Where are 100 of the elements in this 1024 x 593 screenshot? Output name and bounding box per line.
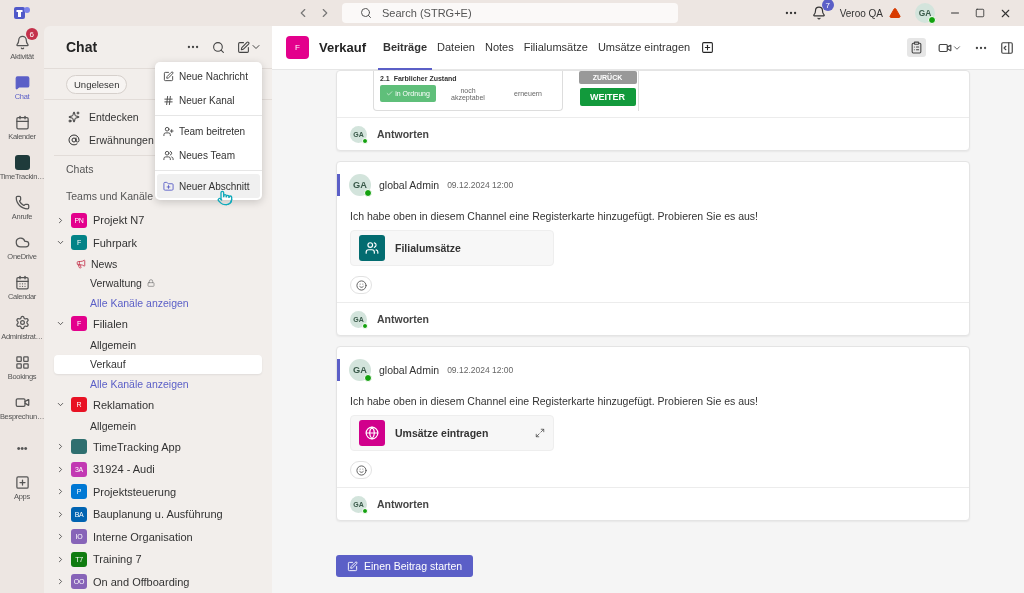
maximize-icon[interactable] bbox=[975, 8, 985, 18]
team-name[interactable]: TimeTracking App bbox=[93, 440, 181, 453]
folder-add-icon bbox=[163, 180, 174, 192]
search-icon bbox=[360, 7, 372, 19]
nav-item[interactable]: Erwähnungen bbox=[89, 133, 154, 146]
reply-link[interactable]: Antworten bbox=[377, 498, 429, 510]
tab-card[interactable]: Umsätze eintragen bbox=[350, 415, 554, 451]
people-icon bbox=[163, 149, 174, 161]
new-post-button[interactable]: Einen Beitrag starten bbox=[336, 555, 474, 577]
tab-card[interactable]: Filialumsätze bbox=[350, 230, 554, 266]
bell-icon bbox=[14, 35, 30, 50]
channel-name: Verkauf bbox=[319, 40, 366, 55]
user-avatar[interactable]: GA bbox=[915, 3, 935, 23]
tab[interactable]: Filialumsätze bbox=[518, 25, 593, 70]
reply-link[interactable]: Antworten bbox=[377, 313, 429, 325]
filter-chip[interactable]: Ungelesen bbox=[66, 74, 128, 94]
expand-icon[interactable] bbox=[535, 428, 545, 438]
calendar-icon bbox=[14, 275, 30, 290]
chevron-right-icon[interactable] bbox=[56, 554, 65, 564]
channel-item[interactable]: Verwaltung bbox=[54, 273, 262, 293]
chat-icon bbox=[14, 75, 30, 90]
compose-icon bbox=[347, 560, 358, 572]
channel-item[interactable]: Allgemein bbox=[54, 335, 262, 355]
menu-item[interactable]: Team beitreten bbox=[157, 119, 260, 143]
menu-item[interactable]: Neues Team bbox=[157, 143, 260, 167]
team-name[interactable]: Bauplanung u. Ausführung bbox=[93, 508, 223, 521]
channel-item[interactable]: Allgemein bbox=[54, 416, 262, 436]
chevron-right-icon[interactable] bbox=[56, 509, 65, 519]
hand-cursor-icon bbox=[217, 190, 233, 206]
team-name[interactable]: Training 7 bbox=[93, 553, 142, 566]
gear-icon bbox=[14, 315, 30, 330]
nav-item[interactable]: Entdecken bbox=[89, 111, 139, 124]
rail-item[interactable]: ••• bbox=[0, 428, 44, 468]
chevron-right-icon[interactable] bbox=[56, 577, 65, 587]
reply-link[interactable]: Antworten bbox=[377, 128, 429, 140]
team-name[interactable]: Reklamation bbox=[93, 398, 155, 411]
compose-icon bbox=[163, 70, 174, 82]
author-name: global Admin bbox=[379, 179, 440, 191]
chevron-right-icon[interactable] bbox=[56, 442, 65, 452]
section-heading[interactable]: Teams und Kanäle bbox=[66, 189, 153, 202]
sparkle-icon bbox=[68, 111, 80, 124]
warning-icon bbox=[889, 7, 901, 19]
megaphone-icon bbox=[76, 258, 86, 269]
team-name[interactable]: Projektsteuerung bbox=[93, 485, 177, 498]
panel-icon[interactable] bbox=[1000, 40, 1014, 55]
post-time: 09.12.2024 12:00 bbox=[447, 180, 514, 190]
post-time: 09.12.2024 12:00 bbox=[447, 365, 514, 375]
globe-icon bbox=[365, 426, 379, 440]
tab[interactable]: Notes bbox=[479, 25, 519, 70]
show-all-link[interactable]: Alle Kanäle anzeigen bbox=[54, 374, 262, 394]
org-name[interactable]: Veroo QA bbox=[839, 7, 883, 19]
author-name: global Admin bbox=[379, 364, 440, 376]
search-placeholder: Search (STRG+E) bbox=[382, 7, 472, 19]
team-name[interactable]: On and Offboarding bbox=[93, 575, 190, 588]
show-all-link[interactable]: Alle Kanäle anzeigen bbox=[54, 293, 262, 313]
notification-badge: 7 bbox=[821, 0, 834, 11]
post-text: Ich habe oben in diesem Channel eine Registerkarte hinzugefügt. Probieren Sie es aus! bbox=[350, 395, 759, 407]
team-name[interactable]: 31924 - Audi bbox=[93, 463, 155, 476]
team-name[interactable]: Interne Organisation bbox=[93, 530, 193, 543]
search-field[interactable]: Search (STRG+E) bbox=[342, 3, 678, 23]
app-tile-icon bbox=[14, 155, 30, 170]
tab[interactable]: Dateien bbox=[432, 25, 480, 70]
chevron-right-icon[interactable] bbox=[56, 532, 65, 542]
team-name[interactable]: Fuhrpark bbox=[93, 236, 138, 249]
people-icon bbox=[365, 241, 379, 255]
cloud-icon bbox=[14, 235, 30, 250]
grid-icon bbox=[14, 355, 30, 370]
mention-icon bbox=[68, 133, 80, 146]
section-heading[interactable]: Chats bbox=[66, 163, 94, 176]
activity-badge: 6 bbox=[25, 28, 38, 40]
chevron-right-icon[interactable] bbox=[56, 464, 65, 474]
smiley-icon bbox=[355, 279, 367, 291]
smiley-icon bbox=[355, 464, 367, 476]
hash-icon bbox=[163, 94, 174, 106]
phone-icon bbox=[14, 195, 30, 210]
calendar-icon bbox=[14, 115, 30, 130]
menu-item[interactable]: Neue Nachricht bbox=[157, 64, 260, 88]
add-icon bbox=[14, 475, 30, 490]
search-icon[interactable] bbox=[212, 40, 225, 54]
channel-avatar: F bbox=[286, 36, 309, 59]
channel-item[interactable]: Verkauf bbox=[54, 354, 262, 375]
add-tab-icon[interactable] bbox=[701, 41, 715, 54]
clipboard-button[interactable] bbox=[907, 38, 926, 57]
team-name[interactable]: Projekt N7 bbox=[93, 214, 145, 227]
video-icon bbox=[14, 395, 30, 410]
app-logo bbox=[14, 6, 30, 20]
post-text: Ich habe oben in diesem Channel eine Registerkarte hinzugefügt. Probieren Sie es aus! bbox=[350, 210, 759, 222]
notification-bell-icon[interactable] bbox=[811, 6, 826, 20]
author-avatar: GA bbox=[349, 174, 371, 196]
check-icon bbox=[386, 90, 394, 97]
menu-item[interactable]: Neuer Kanal bbox=[157, 88, 260, 112]
chevron-right-icon[interactable] bbox=[56, 215, 65, 225]
compose-icon[interactable] bbox=[237, 40, 250, 54]
author-avatar: GA bbox=[349, 359, 371, 381]
add-person-icon bbox=[163, 125, 174, 137]
team-name[interactable]: Filialen bbox=[93, 317, 128, 330]
channel-item[interactable]: News bbox=[54, 253, 262, 274]
tab[interactable]: Umsätze eintragen bbox=[592, 25, 696, 70]
menu-item[interactable]: Neuer Abschnitt bbox=[157, 174, 260, 198]
chevron-right-icon[interactable] bbox=[56, 487, 65, 497]
